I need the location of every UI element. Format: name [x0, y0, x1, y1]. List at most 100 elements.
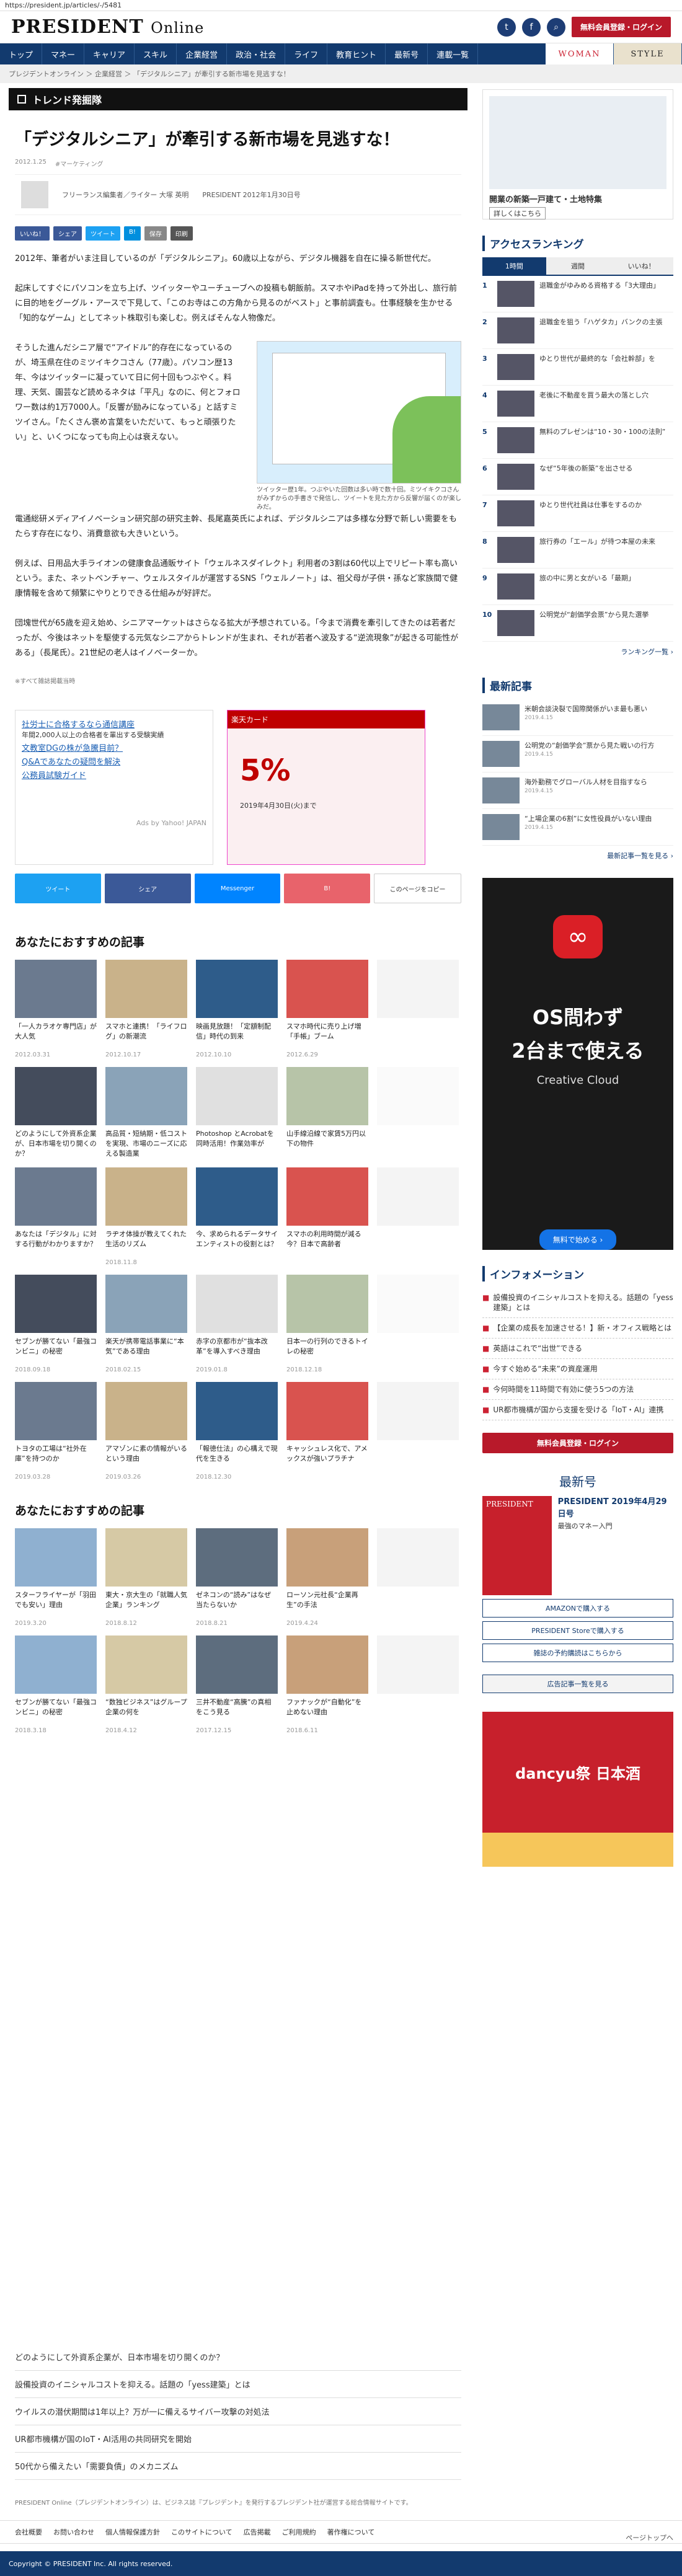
- card-thumbnail[interactable]: [377, 1635, 459, 1694]
- card-title[interactable]: ファナックが“自動化”を止めない理由: [286, 1697, 368, 1727]
- card-title[interactable]: 東大・京大生の「就職人気企業」ランキング: [105, 1590, 187, 1620]
- ranking-item[interactable]: 2 退職金を狙う「ハゲタカ」バンクの主張: [482, 312, 673, 349]
- card-thumbnail[interactable]: [196, 1067, 278, 1125]
- subscribe-button[interactable]: 雑誌の予約購読はこちらから: [482, 1644, 673, 1662]
- hatena-share[interactable]: B!: [284, 874, 371, 903]
- card-title[interactable]: あなたは「デジタル」に対する行動がわかりますか？: [15, 1229, 97, 1259]
- news-title[interactable]: 海外勤務でグローバル人材を目指すなら: [525, 777, 647, 787]
- rank-thumbnail[interactable]: [497, 427, 534, 453]
- facebook-share[interactable]: シェア: [104, 874, 191, 903]
- article-card[interactable]: セブンが勝てない「最強コンビニ」の秘密 2018.09.18: [15, 1275, 97, 1373]
- banner-ad[interactable]: 楽天カード 5% 2019年4月30日(火)まで: [227, 710, 425, 865]
- article-card[interactable]: アマゾンに素の情報がいるという理由 2019.03.26: [105, 1382, 187, 1481]
- card-title[interactable]: [377, 1697, 459, 1727]
- card-title[interactable]: 「一人カラオケ専門店」が大人気: [15, 1022, 97, 1051]
- bottom-link[interactable]: UR都市機構が国のIoT・AI活用の共同研究を開始: [15, 2425, 461, 2453]
- card-thumbnail[interactable]: [196, 1275, 278, 1333]
- article-card[interactable]: どのようにして外資系企業が、日本市場を切り開くのか？: [15, 1067, 97, 1159]
- card-title[interactable]: 今、求められるデータサイエンティストの役割とは？: [196, 1229, 278, 1259]
- rank-thumbnail[interactable]: [497, 281, 534, 307]
- info-item[interactable]: ■ 英語はこれで“出世”できる: [482, 1339, 673, 1359]
- nav-item[interactable]: スキル: [135, 43, 177, 64]
- article-card[interactable]: 楽天が携帯電話事業に“本気”である理由 2018.02.15: [105, 1275, 187, 1373]
- article-card[interactable]: 三井不動産“高騰”の真相をこう見る 2017.12.15: [196, 1635, 278, 1734]
- card-thumbnail[interactable]: [286, 1275, 368, 1333]
- rank-thumbnail[interactable]: [497, 391, 534, 417]
- rank-thumbnail[interactable]: [497, 317, 534, 343]
- card-thumbnail[interactable]: [286, 1067, 368, 1125]
- card-thumbnail[interactable]: [15, 1382, 97, 1440]
- rank-title[interactable]: 旅行券の「エール」が待つ本屋の未来: [539, 537, 655, 563]
- rank-thumbnail[interactable]: [497, 610, 534, 636]
- site-logo[interactable]: PRESIDENT Online: [11, 16, 204, 38]
- card-title[interactable]: 日本一の行列のできるトイレの秘密: [286, 1337, 368, 1366]
- twitter-icon[interactable]: t: [497, 17, 516, 37]
- article-card[interactable]: ローソン元社長“企業再生”の手法 2019.4.24: [286, 1528, 368, 1627]
- info-item[interactable]: ■ 今何時間を11時間で有効に使う5つの方法: [482, 1379, 673, 1400]
- rank-title[interactable]: 退職金がゆみめる資格する「3大理由」: [539, 281, 660, 307]
- card-title[interactable]: [377, 1229, 459, 1259]
- card-title[interactable]: セブンが勝てない「最強コンビニ」の秘密: [15, 1337, 97, 1366]
- article-card[interactable]: キャッシュレス化で、アメックスが強いプラチナ: [286, 1382, 368, 1481]
- tweet-share[interactable]: ツイート: [15, 874, 101, 903]
- card-thumbnail[interactable]: [377, 1275, 459, 1333]
- ranking-item[interactable]: 5 無料のプレゼンは“10・30・100の法則”: [482, 422, 673, 459]
- card-title[interactable]: セブンが勝てない「最強コンビニ」の秘密: [15, 1697, 97, 1727]
- card-thumbnail[interactable]: [196, 1167, 278, 1226]
- save-button[interactable]: 保存: [144, 226, 167, 241]
- tweet-button[interactable]: ツイート: [86, 226, 120, 241]
- ranking-more-link[interactable]: ランキング一覧 ›: [482, 642, 673, 662]
- info-text[interactable]: 【企業の成長を加速させる！】新・オフィス戦略とは: [493, 1323, 671, 1333]
- news-thumbnail[interactable]: [482, 704, 520, 730]
- rank-title[interactable]: ゆとり世代が最終的な「会社幹部」を: [539, 354, 655, 380]
- nav-style[interactable]: STYLE: [614, 43, 682, 64]
- footer-link[interactable]: 個人情報保護方針: [105, 2527, 160, 2537]
- card-title[interactable]: ゼネコンの“読み”はなぜ当たらないか: [196, 1590, 278, 1620]
- rank-title[interactable]: なぜ“5年後の新築”を出させる: [539, 464, 632, 490]
- article-card[interactable]: [377, 1528, 459, 1627]
- copy-link[interactable]: このページをコピー: [374, 874, 461, 903]
- ad-list-button[interactable]: 広告記事一覧を見る: [482, 1675, 673, 1693]
- news-title[interactable]: “上場企業の6割”に女性役員がいない理由: [525, 814, 652, 823]
- news-thumbnail[interactable]: [482, 777, 520, 803]
- ranking-item[interactable]: 4 老後に不動産を買う最大の落とし穴: [482, 386, 673, 422]
- card-thumbnail[interactable]: [286, 1382, 368, 1440]
- side-login-button[interactable]: 無料会員登録・ログイン: [482, 1433, 673, 1453]
- card-title[interactable]: アマゾンに素の情報がいるという理由: [105, 1444, 187, 1474]
- info-text[interactable]: 今すぐ始める“未来”の資産運用: [493, 1364, 597, 1374]
- footer-link[interactable]: 広告掲載: [244, 2527, 271, 2537]
- info-text[interactable]: UR都市機構が国から支援を受ける「IoT・AI」連携: [493, 1405, 663, 1415]
- hatena-button[interactable]: B!: [124, 226, 141, 241]
- bottom-link[interactable]: ウイルスの潜伏期間は1年以上？万が一に備えるサイバー攻撃の対処法: [15, 2398, 461, 2425]
- card-title[interactable]: 「報徳仕法」の心構えで現代を生きる: [196, 1444, 278, 1474]
- card-thumbnail[interactable]: [15, 1635, 97, 1694]
- cc-start-button[interactable]: 無料で始める ›: [539, 1229, 617, 1250]
- rank-title[interactable]: 退職金を狙う「ハゲタカ」バンクの主張: [539, 317, 663, 343]
- info-text[interactable]: 設備投資のイニシャルコストを抑える。話題の「yess建築」とは: [493, 1293, 673, 1312]
- article-category[interactable]: #マーケティング: [55, 159, 104, 168]
- news-title[interactable]: 公明党の“創価学会”票から見た戦いの行方: [525, 741, 654, 750]
- card-title[interactable]: スマホの利用時間が減る今？日本で高齢者: [286, 1229, 368, 1259]
- messenger-share[interactable]: Messenger: [194, 874, 281, 903]
- address-bar[interactable]: https://president.jp/articles/-/5481: [0, 0, 682, 11]
- card-thumbnail[interactable]: [15, 1528, 97, 1587]
- print-button[interactable]: 印刷: [170, 226, 193, 241]
- card-title[interactable]: ラヂオ体操が教えてくれた生活のリズム: [105, 1229, 187, 1259]
- news-item[interactable]: 米朝会談決裂で国際関係がいま最も悪い 2019.4.15: [482, 699, 673, 736]
- info-item[interactable]: ■ 今すぐ始める“未来”の資産運用: [482, 1359, 673, 1379]
- card-title[interactable]: Photoshop とAcrobatを同時活用！作業効率が: [196, 1129, 278, 1159]
- nav-item[interactable]: 教育ヒント: [327, 43, 386, 64]
- ranking-item[interactable]: 7 ゆとり世代社員は仕事をするのか: [482, 495, 673, 532]
- article-card[interactable]: ファナックが“自動化”を止めない理由 2018.6.11: [286, 1635, 368, 1734]
- ranking-item[interactable]: 8 旅行券の「エール」が待つ本屋の未来: [482, 532, 673, 569]
- article-card[interactable]: セブンが勝てない「最強コンビニ」の秘密 2018.3.18: [15, 1635, 97, 1734]
- rank-title[interactable]: 公明党が“創価学会票”から見た選挙: [539, 610, 649, 636]
- card-thumbnail[interactable]: [286, 1528, 368, 1587]
- article-card[interactable]: 高品質・短納期・低コストを実現、市場のニーズに応える製造業: [105, 1067, 187, 1159]
- article-card[interactable]: [377, 1635, 459, 1734]
- login-button[interactable]: 無料会員登録・ログイン: [571, 17, 671, 37]
- nav-item[interactable]: 政治・社会: [227, 43, 286, 64]
- store-button[interactable]: PRESIDENT Storeで購入する: [482, 1621, 673, 1640]
- card-thumbnail[interactable]: [286, 960, 368, 1018]
- card-thumbnail[interactable]: [377, 960, 459, 1018]
